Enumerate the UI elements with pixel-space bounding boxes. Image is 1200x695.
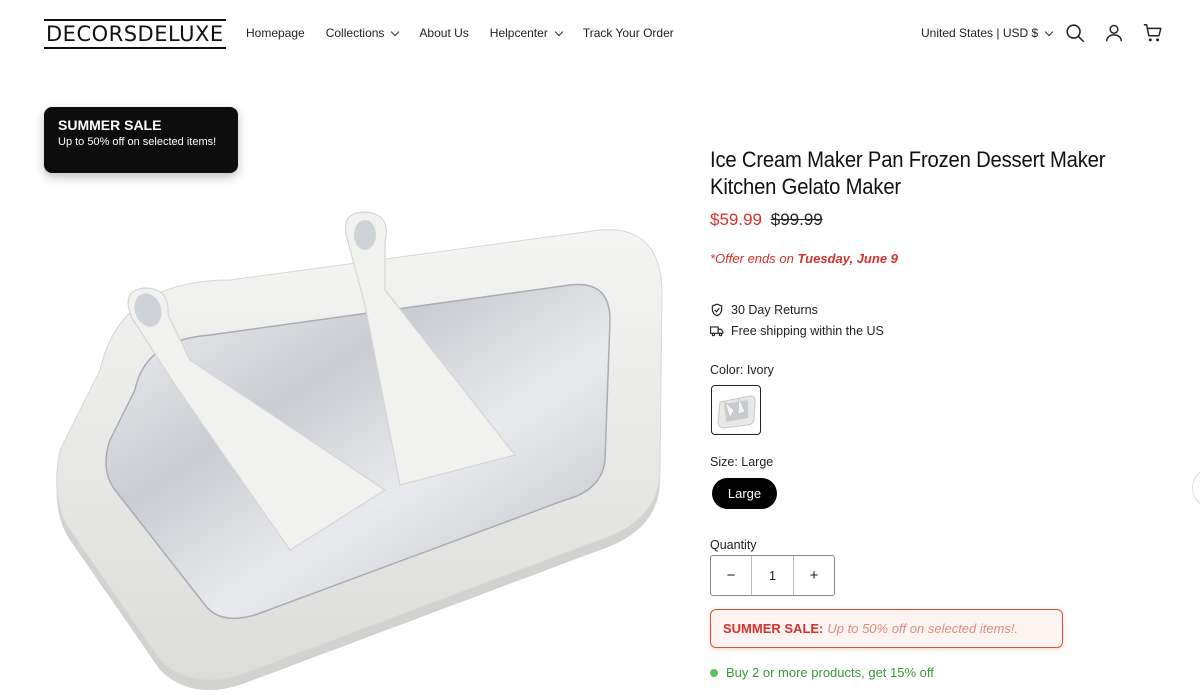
currency-label: United States | USD $ bbox=[921, 26, 1039, 40]
store-logo[interactable]: DECORSDELUXE bbox=[44, 19, 226, 49]
size-label: Size: Large bbox=[710, 455, 774, 469]
product-image[interactable] bbox=[40, 200, 670, 690]
account-icon[interactable] bbox=[1103, 22, 1125, 44]
green-dot-icon bbox=[710, 668, 718, 677]
nav-collections-label: Collections bbox=[325, 26, 385, 40]
offer-date: Tuesday, June 9 bbox=[797, 251, 898, 266]
swatch-thumbnail bbox=[717, 395, 756, 429]
nav-track-label: Track Your Order bbox=[582, 26, 674, 40]
sale-banner-title: SUMMER SALE: bbox=[723, 621, 824, 636]
feature-returns-text: 30 Day Returns bbox=[731, 303, 818, 317]
sale-banner-text: Up to 50% off on selected items!. bbox=[827, 621, 1019, 636]
promo-title: SUMMER SALE bbox=[58, 117, 162, 133]
bundle-offer: Buy 2 or more products, get 15% off bbox=[710, 665, 934, 680]
nav-about-us[interactable]: About Us bbox=[419, 26, 468, 40]
color-swatch-ivory[interactable] bbox=[711, 385, 761, 435]
nav-collections[interactable]: Collections bbox=[325, 26, 400, 40]
floating-chat-button[interactable] bbox=[1192, 468, 1200, 508]
product-title: Ice Cream Maker Pan Frozen Dessert Maker… bbox=[710, 147, 1106, 199]
nav-track-order[interactable]: Track Your Order bbox=[583, 26, 674, 40]
bundle-offer-text: Buy 2 or more products, get 15% off bbox=[726, 665, 934, 680]
nav-about-label: About Us bbox=[419, 26, 469, 40]
size-option-large[interactable]: Large bbox=[712, 478, 777, 509]
search-icon[interactable] bbox=[1064, 22, 1086, 44]
quantity-input[interactable]: 1 bbox=[751, 556, 794, 595]
offer-countdown: *Offer ends on Tuesday, June 9 bbox=[710, 251, 898, 266]
currency-selector[interactable]: United States | USD $ bbox=[921, 26, 1054, 40]
main-nav: Homepage Collections About Us Helpcenter… bbox=[246, 26, 695, 40]
nav-homepage[interactable]: Homepage bbox=[246, 26, 305, 40]
quantity-decrease-button[interactable]: − bbox=[711, 556, 751, 595]
nav-homepage-label: Homepage bbox=[246, 26, 305, 40]
chevron-down-icon bbox=[554, 27, 564, 36]
original-price: $99.99 bbox=[770, 210, 823, 229]
chevron-down-icon bbox=[1044, 27, 1054, 36]
feature-returns: 30 Day Returns bbox=[710, 303, 818, 317]
truck-icon bbox=[710, 326, 724, 337]
offer-prefix: *Offer ends on bbox=[710, 251, 794, 266]
nav-helpcenter[interactable]: Helpcenter bbox=[489, 26, 564, 40]
price-row: $59.99 $99.99 bbox=[710, 210, 823, 230]
site-header: DECORSDELUXE Homepage Collections About … bbox=[0, 0, 1200, 68]
promo-text: Up to 50% off on selected items! bbox=[58, 136, 217, 148]
nav-helpcenter-label: Helpcenter bbox=[489, 26, 548, 40]
quantity-label: Quantity bbox=[710, 538, 757, 552]
quantity-increase-button[interactable]: + bbox=[794, 556, 834, 595]
chevron-down-icon bbox=[391, 27, 400, 36]
quantity-stepper: − 1 + bbox=[710, 555, 835, 596]
cart-icon[interactable] bbox=[1142, 22, 1164, 44]
shield-check-icon bbox=[711, 303, 723, 317]
summer-sale-promo-card[interactable]: SUMMER SALE Up to 50% off on selected it… bbox=[44, 107, 238, 173]
feature-shipping: Free shipping within the US bbox=[710, 324, 884, 338]
color-label: Color: Ivory bbox=[710, 363, 774, 377]
sale-price: $59.99 bbox=[710, 210, 762, 229]
feature-shipping-text: Free shipping within the US bbox=[731, 324, 884, 338]
summer-sale-banner: SUMMER SALE: Up to 50% off on selected i… bbox=[710, 609, 1063, 648]
